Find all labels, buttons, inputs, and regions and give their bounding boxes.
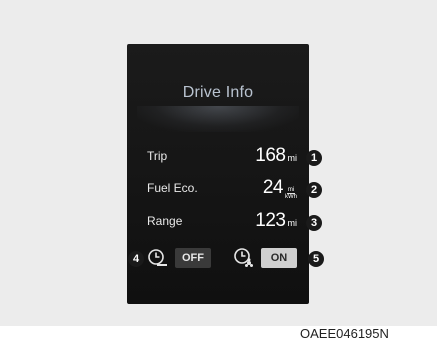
fuel-economy-unit-bottom: kWh (285, 194, 297, 200)
range-value: 123 mi (255, 210, 297, 232)
fuel-economy-unit-top: mi (286, 187, 296, 194)
fuel-economy-row: Fuel Eco. 24 mi kWh (127, 177, 309, 202)
reset-toggle-off[interactable]: OFF (175, 248, 211, 268)
fuel-economy-number: 24 (262, 177, 284, 198)
range-unit: mi (287, 218, 298, 228)
drive-info-screen: Drive Info Trip 168 mi Fuel Eco. 24 mi k… (127, 44, 309, 304)
range-number: 123 (255, 210, 286, 231)
trip-row: Trip 168 mi (127, 145, 309, 167)
callout-3: 3 (306, 215, 322, 231)
figure-caption: OAEE046195N (300, 326, 389, 341)
trip-label: Trip (147, 149, 168, 163)
callout-4: 4 (128, 251, 144, 267)
callout-5: 5 (308, 251, 324, 267)
range-label: Range (147, 214, 183, 228)
fuel-economy-unit: mi kWh (285, 187, 297, 200)
callout-1: 1 (306, 150, 322, 166)
clock-fan-icon[interactable] (233, 247, 255, 269)
title-divider-glow (137, 106, 299, 132)
screen-title: Drive Info (182, 84, 254, 101)
trip-value: 168 mi (255, 145, 297, 167)
fuel-economy-value: 24 mi kWh (263, 177, 297, 202)
callout-2: 2 (306, 182, 322, 198)
fan-toggle-on[interactable]: ON (261, 248, 297, 268)
trip-number: 168 (255, 145, 286, 166)
figure-panel: Drive Info Trip 168 mi Fuel Eco. 24 mi k… (0, 0, 437, 326)
clock-reset-icon[interactable] (147, 247, 169, 269)
fuel-economy-label: Fuel Eco. (147, 181, 198, 195)
trip-unit: mi (287, 153, 298, 163)
range-row: Range 123 mi (127, 210, 309, 232)
